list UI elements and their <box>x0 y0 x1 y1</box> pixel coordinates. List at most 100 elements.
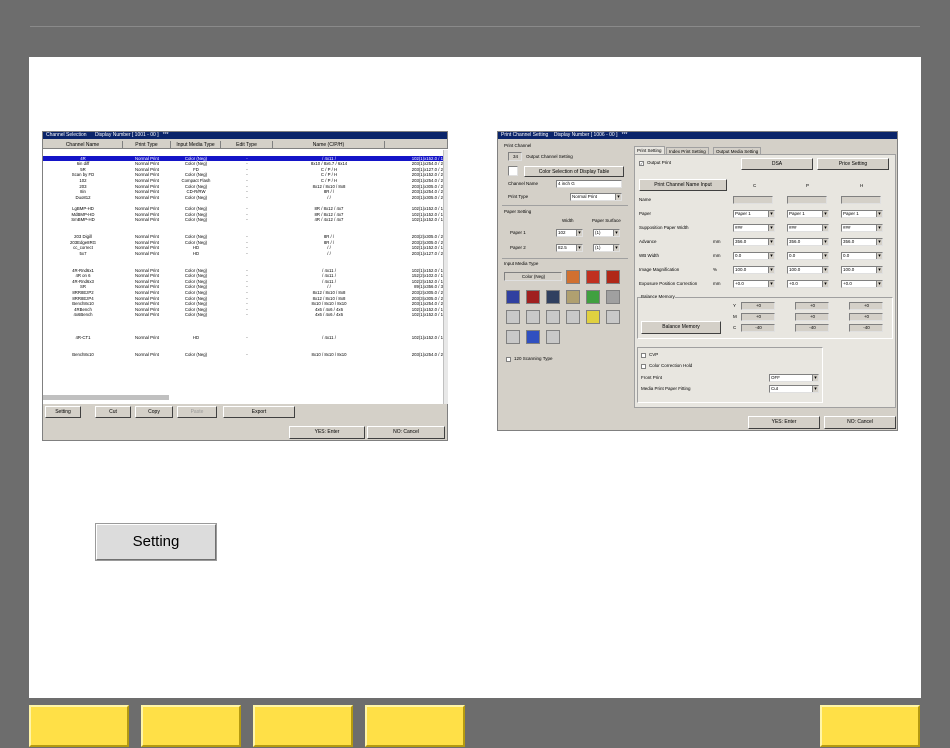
paper1-width-select[interactable]: 102 <box>556 229 583 237</box>
mono-film-icon[interactable] <box>606 270 620 284</box>
cvp-checkbox[interactable] <box>641 353 646 358</box>
param-label: Image Magnification <box>639 267 680 272</box>
param-c-field[interactable]: +0.0 <box>733 280 775 288</box>
output-print-checkbox[interactable]: ✓ <box>639 161 644 166</box>
param-p-field[interactable]: 100.0 <box>787 266 829 274</box>
col-channel-name[interactable]: Channel Name <box>43 141 123 149</box>
param-label: Paper <box>639 211 652 216</box>
col-input-media-type[interactable]: Input Media Type <box>171 141 221 149</box>
param-h-field[interactable]: ### <box>841 224 883 232</box>
copy-button[interactable]: Copy <box>135 406 173 418</box>
param-h-field[interactable]: 100.0 <box>841 266 883 274</box>
memory-stick-icon[interactable] <box>526 290 540 304</box>
param-label: WB Width <box>639 253 660 258</box>
param-c-field[interactable]: 100.0 <box>733 266 775 274</box>
param-h-field[interactable]: 356.0 <box>841 238 883 246</box>
media-print-paper-fitting-select[interactable]: Cut <box>769 385 819 393</box>
floppy-disk-icon[interactable] <box>546 290 560 304</box>
param-p-field[interactable]: 356.0 <box>787 238 829 246</box>
name-h-field[interactable] <box>841 196 881 204</box>
col-print-type[interactable]: Print Type <box>123 141 171 149</box>
param-unit: % <box>713 267 718 272</box>
name-p-field[interactable] <box>787 196 827 204</box>
param-c-field[interactable]: 0.0 <box>733 252 775 260</box>
param-label: Advance <box>639 239 657 244</box>
compact-flash-icon[interactable] <box>566 290 580 304</box>
param-p-field[interactable]: ### <box>787 224 829 232</box>
export-button[interactable]: Export <box>223 406 295 418</box>
color-neg-film-icon[interactable] <box>566 270 580 284</box>
input-media-type-label: Input Media Type <box>504 261 539 266</box>
param-h-field[interactable]: +0.0 <box>841 280 883 288</box>
col-name-cph[interactable]: Name (C/P/H) <box>273 141 385 149</box>
channel-name-label: Channel Name <box>508 181 539 186</box>
pc-card-icon[interactable] <box>546 310 560 324</box>
other-media-icon[interactable] <box>546 330 560 344</box>
print-channel-name-input-button[interactable]: Print Channel Name Input <box>639 179 727 191</box>
balance-h-field: +0 <box>849 302 883 310</box>
front-print-select[interactable]: OFF <box>769 374 819 382</box>
dvd-icon[interactable] <box>506 330 520 344</box>
yellow-button-2[interactable] <box>141 705 241 747</box>
color-correction-hold-checkbox[interactable] <box>641 364 646 369</box>
mo-disk-icon[interactable] <box>606 290 620 304</box>
balance-p-field: -40 <box>795 324 829 332</box>
setting-button[interactable]: Setting <box>45 406 81 418</box>
network-icon[interactable] <box>566 310 580 324</box>
param-h-field[interactable]: Paper 1 <box>841 210 883 218</box>
print-scan-icon[interactable] <box>606 310 620 324</box>
balance-memory-button[interactable]: Balance Memory <box>641 321 721 334</box>
cut-button[interactable]: Cut <box>95 406 131 418</box>
param-h-field[interactable]: 0.0 <box>841 252 883 260</box>
color-swatch[interactable] <box>508 166 518 176</box>
paper2-surface-select[interactable]: (1) <box>593 244 620 252</box>
table-row[interactable]: Bench8x10 Normal Print Color (Neg) - 8x10 / … <box>43 352 443 358</box>
name-c-field[interactable] <box>733 196 773 204</box>
param-c-field[interactable]: 356.0 <box>733 238 775 246</box>
cvp-label: CVP <box>649 352 659 357</box>
color-pos-film-icon[interactable] <box>586 270 600 284</box>
dsa-button[interactable]: DSA <box>741 158 813 170</box>
no-cancel-button[interactable]: NO: Cancel <box>824 416 896 429</box>
param-p-field[interactable]: +0.0 <box>787 280 829 288</box>
param-c-field[interactable]: ### <box>733 224 775 232</box>
cell-ptype: Normal Print <box>135 351 159 357</box>
yellow-button-4[interactable] <box>365 705 465 747</box>
vertical-scrollbar[interactable] <box>443 150 448 404</box>
col-edit-type[interactable]: Edit Type <box>221 141 273 149</box>
yes-enter-button[interactable]: YES: Enter <box>748 416 820 429</box>
balance-label: M <box>733 314 737 319</box>
price-setting-button[interactable]: Price Setting <box>817 158 889 170</box>
print-type-select[interactable]: Normal Print <box>570 193 622 201</box>
paper1-surface-select[interactable]: (1) <box>593 229 620 237</box>
yellow-button-3[interactable] <box>253 705 353 747</box>
param-p-field[interactable]: Paper 1 <box>787 210 829 218</box>
param-p-field[interactable]: 0.0 <box>787 252 829 260</box>
col-size[interactable] <box>385 141 448 149</box>
xd-card-icon[interactable] <box>586 310 600 324</box>
setting-button-large[interactable]: Setting <box>95 523 217 561</box>
balance-memory-label: Balance Memory <box>641 294 675 300</box>
sd-card-icon[interactable] <box>526 330 540 344</box>
front-print-label: Front Print <box>641 375 663 380</box>
cd-icon[interactable] <box>586 290 600 304</box>
balance-p-field: +0 <box>795 302 829 310</box>
paste-button[interactable]: Paste <box>177 406 217 418</box>
horizontal-scrollbar[interactable] <box>43 395 169 400</box>
color-selection-button[interactable]: Color Selection of Display Table <box>524 166 624 177</box>
smart-media-icon[interactable] <box>506 290 520 304</box>
cell-size: 203(1)x254.0 / 2 <box>411 351 443 357</box>
param-label: Supposition Paper Width <box>639 225 689 230</box>
yellow-button-1[interactable] <box>29 705 129 747</box>
param-unit: mm <box>713 281 721 286</box>
yes-enter-button[interactable]: YES: Enter <box>289 426 365 439</box>
balance-c-field: -40 <box>741 324 775 332</box>
scanning-type-checkbox[interactable] <box>506 357 511 362</box>
paper2-width-select[interactable]: 82.5 <box>556 244 583 252</box>
hd-icon[interactable] <box>506 310 520 324</box>
param-c-field[interactable]: Paper 1 <box>733 210 775 218</box>
yellow-button-5[interactable] <box>820 705 920 747</box>
channel-name-input[interactable]: 4 inch G <box>556 180 622 188</box>
zip-icon[interactable] <box>526 310 540 324</box>
no-cancel-button[interactable]: NO: Cancel <box>367 426 445 439</box>
